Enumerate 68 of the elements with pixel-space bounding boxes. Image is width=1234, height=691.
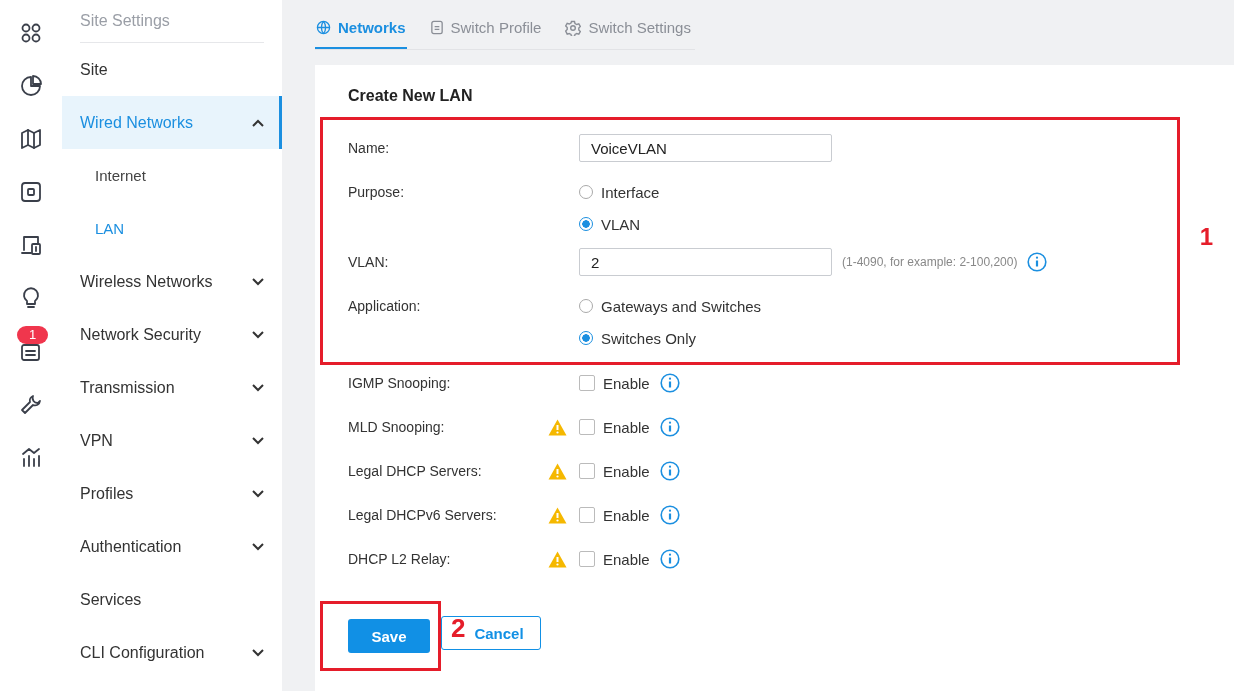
sidebar-item[interactable]: Transmission [62, 361, 282, 414]
document-icon [429, 20, 444, 35]
radio-label[interactable]: Switches Only [601, 329, 697, 347]
sidebar-item[interactable]: Network Security [62, 308, 282, 361]
sidebar-heading: Site Settings [80, 0, 264, 43]
info-icon[interactable] [659, 461, 680, 481]
chevron-down-icon [252, 489, 264, 498]
checkbox[interactable] [579, 375, 595, 391]
chevron-down-icon [252, 383, 264, 392]
notification-badge: 1 [17, 326, 49, 344]
field-label: Legal DHCP Servers: [348, 463, 483, 479]
gear-icon [565, 19, 582, 36]
text-field[interactable]: 2 [579, 248, 832, 276]
pie-chart-icon[interactable] [19, 74, 43, 98]
field-label: MLD Snooping: [348, 419, 446, 435]
sidebar-item[interactable]: Services [62, 573, 282, 626]
chevron-down-icon [252, 436, 264, 445]
sidebar-item[interactable]: VPN [62, 414, 282, 467]
field-label: Legal DHCPv6 Servers: [348, 507, 498, 523]
radio-button[interactable] [579, 331, 593, 345]
devices-icon[interactable] [19, 233, 43, 257]
radio-label[interactable]: Gateways and Switches [601, 297, 762, 315]
field-label: IGMP Snooping: [348, 375, 452, 391]
checkbox-label[interactable]: Enable [603, 550, 650, 568]
checkbox-label[interactable]: Enable [603, 374, 650, 392]
checkbox[interactable] [579, 463, 595, 479]
field-label: VLAN: [348, 254, 390, 270]
info-icon[interactable] [659, 373, 680, 393]
sidebar-subitem[interactable]: Internet [62, 149, 282, 202]
info-icon[interactable] [659, 505, 680, 525]
sidebar-item[interactable]: CLI Configuration [62, 626, 282, 679]
map-icon[interactable] [19, 127, 43, 151]
checkbox[interactable] [579, 507, 595, 523]
chevron-down-icon [252, 648, 264, 657]
field-label: Purpose: [348, 184, 406, 200]
info-icon[interactable] [1027, 252, 1048, 272]
wrench-icon[interactable] [19, 392, 43, 416]
field-label: Name: [348, 140, 391, 156]
radio-button[interactable] [579, 217, 593, 231]
chevron-down-icon [252, 542, 264, 551]
sidebar-item[interactable]: Wireless Networks [62, 255, 282, 308]
checkbox-label[interactable]: Enable [603, 418, 650, 436]
grid-icon[interactable] [19, 21, 43, 45]
bar-chart-icon[interactable] [19, 445, 43, 469]
checkbox[interactable] [579, 551, 595, 567]
checkbox-label[interactable]: Enable [603, 462, 650, 480]
hint-text: (1-4090, for example: 2-100,200) [842, 255, 1018, 269]
annotation-number: 2 [451, 613, 466, 644]
sidebar-subitem[interactable]: LAN [62, 202, 282, 255]
square-icon[interactable] [19, 180, 43, 204]
sidebar-item[interactable]: Site [62, 43, 282, 96]
chevron-down-icon [252, 330, 264, 339]
info-icon[interactable] [659, 549, 680, 569]
checkbox-label[interactable]: Enable [603, 506, 650, 524]
sidebar-item[interactable]: Profiles [62, 467, 282, 520]
text-field[interactable]: VoiceVLAN [579, 134, 832, 162]
field-label: DHCP L2 Relay: [348, 551, 452, 567]
sidebar-item[interactable]: Authentication [62, 520, 282, 573]
chevron-up-icon [252, 118, 264, 127]
annotation-number: 1 [1199, 223, 1213, 251]
field-label: Application: [348, 298, 422, 314]
checkbox[interactable] [579, 419, 595, 435]
chevron-down-icon [252, 277, 264, 286]
radio-label[interactable]: Interface [601, 183, 660, 201]
info-icon[interactable] [659, 417, 680, 437]
form-title: Create New LAN [347, 86, 474, 106]
radio-label[interactable]: VLAN [601, 215, 641, 233]
globe-icon [316, 20, 331, 35]
